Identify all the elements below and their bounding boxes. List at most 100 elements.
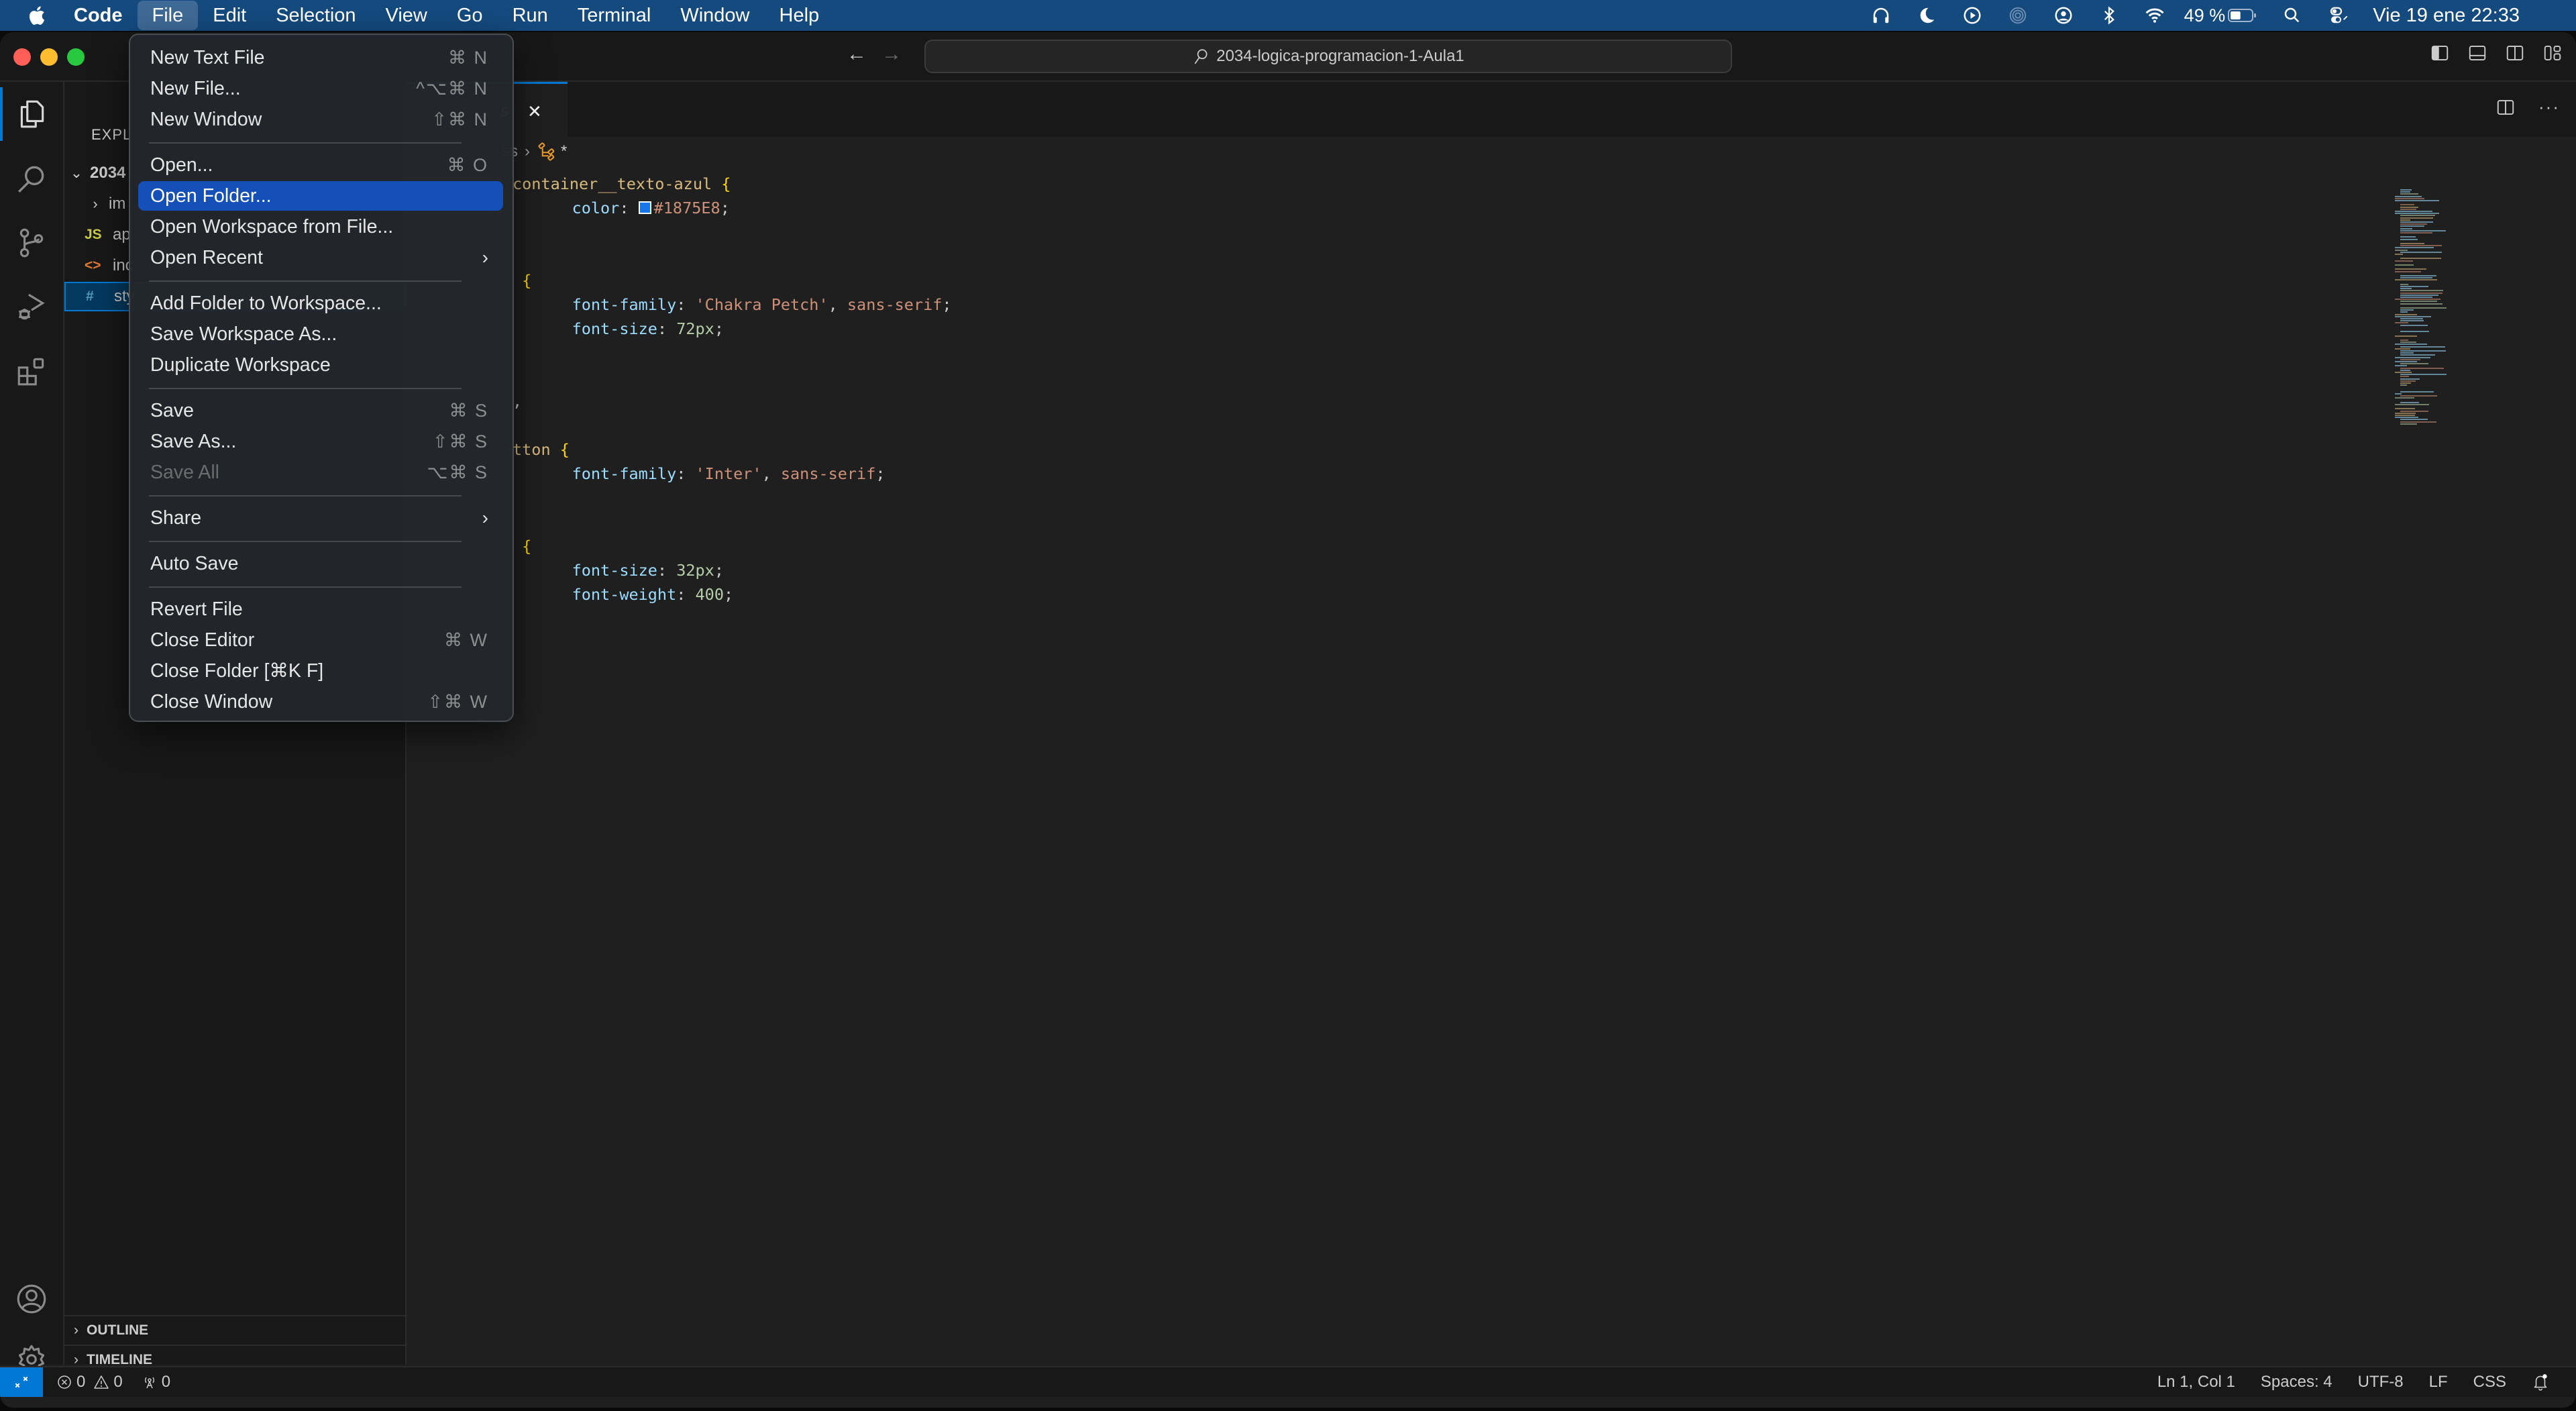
control-center-icon[interactable] (2327, 5, 2349, 26)
minimap-line (2400, 219, 2411, 221)
menu-item-label: New File... (150, 77, 241, 99)
menu-item-close-window[interactable]: Close Window ⇧⌘ W (138, 687, 503, 717)
menu-item-close-editor[interactable]: Close Editor ⌘ W (138, 625, 503, 655)
menu-item-duplicate-workspace[interactable]: Duplicate Workspace (138, 350, 503, 380)
minimap-line (2400, 369, 2411, 371)
problems-indicator[interactable]: 0 0 (56, 1373, 123, 1392)
accounts-icon[interactable] (0, 1267, 63, 1331)
airdrop-icon[interactable] (2007, 5, 2029, 26)
run-debug-icon[interactable] (0, 275, 63, 339)
code-editor[interactable]: container__texto-azul { color: #1875E8; … (407, 172, 2392, 1312)
file-menu-dropdown: New Text File ⌘ N New File... ^⌥⌘ N New Wind… (129, 34, 514, 722)
menu-go[interactable]: Go (442, 1, 498, 30)
menu-item-open-recent[interactable]: Open Recent › (138, 243, 503, 272)
toggle-secondary-sidebar-icon[interactable] (2505, 43, 2525, 63)
menu-item-open[interactable]: Open... ⌘ O (138, 150, 503, 180)
minimap-line (2395, 361, 2418, 362)
ports-indicator[interactable]: 0 (142, 1373, 170, 1392)
window-close-button[interactable] (13, 48, 31, 66)
minimap-line (2395, 197, 2424, 199)
window-maximize-button[interactable] (67, 48, 85, 66)
minimap-line (2395, 260, 2413, 262)
menu-item-add-folder-to-workspace[interactable]: Add Folder to Workspace... (138, 289, 503, 318)
menu-item-auto-save[interactable]: Auto Save (138, 549, 503, 578)
menu-item-new-window[interactable]: New Window ⇧⌘ N (138, 105, 503, 134)
bluetooth-icon[interactable] (2098, 5, 2120, 26)
apple-logo-icon[interactable] (27, 4, 47, 27)
minimap-line (2400, 288, 2412, 290)
end-of-line[interactable]: LF (2429, 1373, 2448, 1392)
customize-layout-icon[interactable] (2542, 43, 2563, 63)
menu-item-save-workspace-as[interactable]: Save Workspace As... (138, 319, 503, 349)
menu-file[interactable]: File (137, 1, 199, 30)
moon-icon[interactable] (1916, 5, 1937, 26)
menu-item-label: Save As... (150, 430, 237, 452)
menu-item-open-workspace-from-file[interactable]: Open Workspace from File... (138, 212, 503, 242)
indentation[interactable]: Spaces: 4 (2261, 1373, 2332, 1392)
close-tab-icon[interactable]: ✕ (527, 101, 542, 122)
root-folder-name: 2034 (90, 164, 126, 182)
outline-section-header[interactable]: › OUTLINE (64, 1315, 405, 1345)
user-circle-icon[interactable] (2053, 5, 2074, 26)
code-line: container__texto-azul { (513, 172, 731, 196)
go-back-icon[interactable]: ← (847, 43, 867, 66)
window-minimize-button[interactable] (40, 48, 58, 66)
code-token: font-size (534, 561, 657, 580)
menu-item-open-folder[interactable]: Open Folder... (138, 181, 503, 211)
menu-selection[interactable]: Selection (261, 1, 370, 30)
cursor-position[interactable]: Ln 1, Col 1 (2157, 1373, 2235, 1392)
warning-count: 0 (113, 1373, 123, 1391)
css-selector-symbol-icon[interactable] (537, 142, 557, 162)
menu-window[interactable]: Window (665, 1, 764, 30)
menu-edit[interactable]: Edit (198, 1, 261, 30)
minimap-line (2400, 376, 2410, 378)
minimap-line (2395, 200, 2440, 201)
toggle-panel-icon[interactable] (2467, 43, 2487, 63)
notifications-bell-icon[interactable] (2532, 1373, 2549, 1392)
code-token: { (522, 537, 532, 556)
menu-run[interactable]: Run (498, 1, 563, 30)
split-editor-icon[interactable] (2496, 97, 2516, 117)
menu-item-close-folder-k-f[interactable]: Close Folder [⌘K F] (138, 656, 503, 686)
language-mode[interactable]: CSS (2473, 1373, 2506, 1392)
wifi-icon[interactable] (2144, 5, 2165, 26)
extensions-icon[interactable] (0, 339, 63, 404)
breadcrumb: ss › * (407, 137, 2576, 166)
battery-icon[interactable] (2228, 5, 2257, 26)
play-circle-icon[interactable] (1962, 5, 1983, 26)
search-icon[interactable] (0, 146, 63, 211)
menu-item-new-file[interactable]: New File... ^⌥⌘ N (138, 74, 503, 103)
menu-item-save-as[interactable]: Save As... ⇧⌘ S (138, 427, 503, 456)
headphones-icon[interactable] (1870, 5, 1892, 26)
breadcrumb-symbol[interactable]: * (561, 142, 567, 161)
encoding[interactable]: UTF-8 (2358, 1373, 2404, 1392)
menu-item-revert-file[interactable]: Revert File (138, 594, 503, 624)
more-actions-icon[interactable]: ··· (2538, 97, 2560, 117)
toggle-primary-sidebar-icon[interactable] (2430, 43, 2450, 63)
explorer-icon[interactable] (0, 82, 63, 146)
color-swatch[interactable] (638, 201, 651, 214)
menu-view[interactable]: View (371, 1, 442, 30)
go-forward-icon[interactable]: → (881, 43, 902, 66)
explorer-title: EXPL (91, 126, 132, 143)
command-center[interactable]: 2034-logica-programacion-1-Aula1 (924, 40, 1732, 73)
code-line: , (513, 389, 522, 413)
minimap-line (2395, 412, 2416, 414)
menu-app-name[interactable]: Code (70, 1, 138, 30)
spotlight-search-icon[interactable] (2282, 5, 2303, 26)
code-line: { (513, 534, 531, 558)
menu-item-share[interactable]: Share › (138, 503, 503, 533)
menu-terminal[interactable]: Terminal (563, 1, 666, 30)
remote-indicator-icon[interactable] (0, 1367, 43, 1397)
minimap[interactable] (2395, 189, 2542, 431)
menu-bar-clock[interactable]: Vie 19 ene 22:33 (2373, 5, 2520, 27)
editor-tabs: s ✕ ··· (407, 82, 2576, 139)
layout-controls (2430, 43, 2563, 63)
menu-item-save[interactable]: Save ⌘ S (138, 396, 503, 425)
source-control-icon[interactable] (0, 211, 63, 275)
menu-help[interactable]: Help (765, 1, 835, 30)
menu-item-shortcut: ⌥⌘ S (427, 462, 488, 482)
menu-item-new-text-file[interactable]: New Text File ⌘ N (138, 43, 503, 72)
minimap-line (2395, 393, 2402, 395)
menu-item-shortcut: ⌘ W (444, 629, 488, 650)
